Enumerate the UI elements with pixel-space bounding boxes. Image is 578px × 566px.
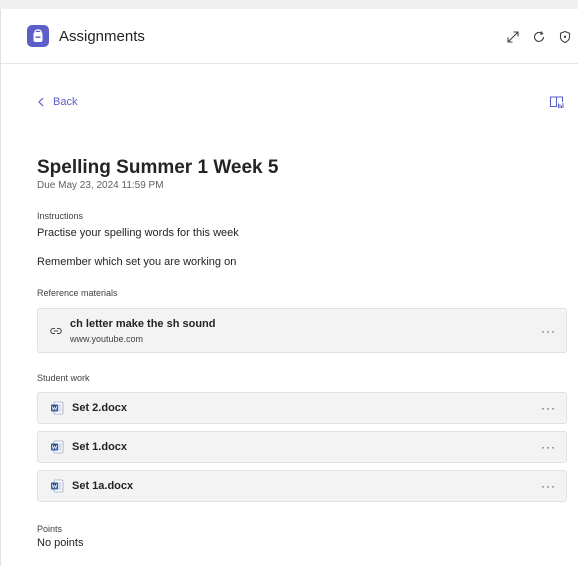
assignment-title: Spelling Summer 1 Week 5 (37, 157, 279, 178)
reference-materials-label: Reference materials (37, 288, 118, 298)
student-work-item[interactable]: Set 1.docx ··· (37, 431, 567, 463)
instruction-line: Practise your spelling words for this we… (37, 227, 239, 239)
more-options-icon[interactable]: ··· (541, 401, 556, 415)
student-work-label: Student work (37, 373, 90, 383)
back-button[interactable]: Back (37, 96, 77, 108)
instruction-line: Remember which set you are working on (37, 256, 237, 268)
reference-url: www.youtube.com (70, 333, 144, 344)
expand-icon[interactable] (504, 28, 522, 46)
shield-icon[interactable] (556, 28, 574, 46)
points-value: No points (37, 537, 84, 549)
window-top-strip (0, 0, 578, 9)
word-doc-icon (51, 440, 64, 454)
refresh-icon[interactable] (530, 28, 548, 46)
work-file-name: Set 1.docx (72, 441, 128, 453)
work-file-name: Set 1a.docx (72, 480, 134, 492)
assignments-app: Assignments Back Spelling Summer 1 Week … (0, 9, 578, 566)
due-date: Due May 23, 2024 11:59 PM (37, 180, 164, 191)
work-file-name: Set 2.docx (72, 402, 128, 414)
app-title: Assignments (59, 27, 145, 45)
word-doc-icon (51, 479, 64, 493)
immersive-reader-icon[interactable] (549, 94, 565, 110)
word-doc-icon (51, 401, 64, 415)
backpack-icon[interactable] (27, 25, 49, 47)
more-options-icon[interactable]: ··· (541, 479, 556, 493)
reference-card[interactable]: ch letter make the sh sound www.youtube.… (37, 308, 567, 353)
app-header: Assignments (1, 9, 578, 64)
student-work-item[interactable]: Set 2.docx ··· (37, 392, 567, 424)
reference-text: ch letter make the sh sound www.youtube.… (70, 318, 215, 344)
link-icon (50, 327, 62, 334)
points-label: Points (37, 524, 63, 534)
back-row: Back (37, 64, 567, 132)
instructions-label: Instructions (37, 211, 84, 221)
more-options-icon[interactable]: ··· (541, 440, 556, 454)
back-label: Back (53, 96, 78, 108)
chevron-left-icon (38, 97, 44, 107)
more-options-icon[interactable]: ··· (541, 324, 556, 338)
reference-title: ch letter make the sh sound (70, 317, 216, 330)
student-work-item[interactable]: Set 1a.docx ··· (37, 470, 567, 502)
header-actions (504, 9, 578, 64)
assignment-content: Back Spelling Summer 1 Week 5 Due May 23… (1, 64, 578, 549)
